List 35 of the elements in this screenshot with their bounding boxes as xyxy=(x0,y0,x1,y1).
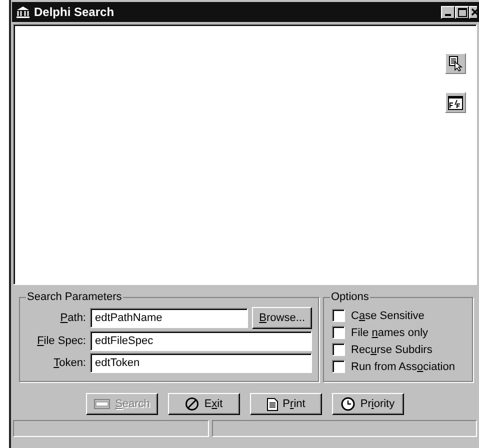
maximize-icon xyxy=(458,8,466,16)
group-title: Options xyxy=(330,291,370,303)
checkbox[interactable] xyxy=(332,360,345,373)
field-icon xyxy=(94,399,110,409)
minimize-button[interactable] xyxy=(441,6,455,18)
browse-button[interactable]: Browse... xyxy=(252,307,312,329)
exit-button[interactable]: Exit xyxy=(168,393,240,415)
maximize-button[interactable] xyxy=(455,6,469,18)
checkbox-label: File names only xyxy=(351,326,428,338)
input-field[interactable]: edtPathName xyxy=(90,308,248,328)
input-field[interactable]: edtToken xyxy=(90,353,312,373)
priority-button[interactable]: Priority xyxy=(332,393,404,415)
font-icon xyxy=(448,96,463,110)
clock-icon xyxy=(341,397,356,411)
field-label: Path: xyxy=(59,312,86,324)
input-field[interactable]: edtFileSpec xyxy=(90,331,312,351)
group-title: Search Parameters xyxy=(26,291,123,303)
checkbox[interactable] xyxy=(332,343,345,356)
checkbox[interactable] xyxy=(332,309,345,322)
field-label: File Spec: xyxy=(36,335,86,347)
close-icon xyxy=(470,8,476,16)
window-title: Delphi Search xyxy=(34,5,116,19)
document-icon xyxy=(266,398,278,410)
field-label: Token: xyxy=(52,357,86,369)
close-button[interactable] xyxy=(469,6,477,18)
print-button[interactable]: Print xyxy=(250,393,322,415)
prohibit-icon xyxy=(185,397,200,411)
font-tool-button[interactable] xyxy=(445,92,466,113)
select-tool-button[interactable] xyxy=(445,53,466,74)
checkbox-label: Run from Association xyxy=(351,360,455,372)
cursor-list-icon xyxy=(448,56,463,72)
checkbox-label: Recurse Subdirs xyxy=(351,344,432,356)
checkbox-label: Case Sensitive xyxy=(351,310,424,322)
building-icon xyxy=(16,6,30,18)
checkbox[interactable] xyxy=(332,326,345,339)
